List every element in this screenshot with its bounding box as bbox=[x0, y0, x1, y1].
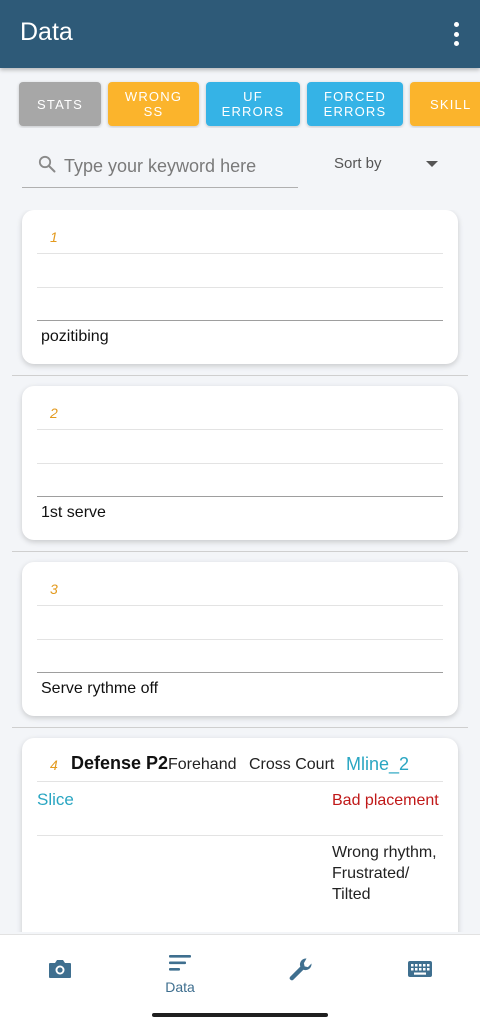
app-bar: Data bbox=[0, 0, 480, 68]
list-divider bbox=[12, 551, 468, 552]
list-divider bbox=[12, 375, 468, 376]
page-title: Data bbox=[20, 18, 73, 46]
keyboard-icon bbox=[408, 961, 432, 977]
search-bar bbox=[22, 145, 298, 188]
divider bbox=[37, 496, 443, 497]
item-shot: Slice bbox=[37, 790, 74, 809]
item-stroke: Forehand bbox=[168, 756, 237, 773]
search-input[interactable] bbox=[62, 151, 296, 181]
app-screen: Data STATS WRONG SS UF ERRORS FORCED ERR… bbox=[0, 0, 480, 1024]
item-note: 1st serve bbox=[41, 504, 106, 521]
list-item[interactable]: 2 1st serve bbox=[22, 386, 458, 540]
nav-data[interactable]: Data bbox=[120, 935, 240, 1005]
divider bbox=[37, 429, 443, 430]
nav-camera[interactable] bbox=[0, 935, 120, 1005]
camera-icon bbox=[49, 960, 71, 978]
divider bbox=[37, 835, 443, 836]
item-note: Serve rythme off bbox=[41, 680, 159, 697]
sort-dropdown[interactable]: Sort by bbox=[334, 155, 446, 175]
divider bbox=[37, 639, 443, 640]
item-number: 1 bbox=[50, 229, 58, 245]
divider bbox=[37, 463, 443, 464]
item-note: pozitibing bbox=[41, 328, 109, 345]
filter-chip-label: FORCED ERRORS bbox=[323, 89, 387, 119]
list-item[interactable]: 3 Serve rythme off bbox=[22, 562, 458, 716]
nav-keyboard[interactable] bbox=[360, 935, 480, 1005]
item-error: Bad placement bbox=[332, 792, 439, 809]
divider bbox=[37, 287, 443, 288]
chevron-down-icon bbox=[426, 161, 438, 167]
item-title: Defense P2 bbox=[71, 753, 169, 773]
home-indicator[interactable] bbox=[152, 1013, 328, 1017]
filter-chip-skill[interactable]: SKILL bbox=[410, 82, 480, 126]
bottom-nav: Data bbox=[0, 934, 480, 1024]
filter-chip-uf-errors[interactable]: UF ERRORS bbox=[206, 82, 300, 126]
data-list[interactable]: 1 pozitibing 2 1st serve 3 Serve rythme … bbox=[0, 210, 480, 932]
filter-chip-wrong-ss[interactable]: WRONG SS bbox=[108, 82, 199, 126]
filter-chip-label: STATS bbox=[37, 96, 83, 112]
divider bbox=[37, 253, 443, 254]
filter-chip-label: SKILL bbox=[430, 96, 472, 112]
divider bbox=[37, 320, 443, 321]
filter-chip-label: UF ERRORS bbox=[221, 89, 285, 119]
more-vert-icon[interactable] bbox=[446, 20, 466, 48]
item-line: Mline_2 bbox=[346, 754, 410, 774]
item-number: 2 bbox=[50, 405, 58, 421]
filter-chip-row[interactable]: STATS WRONG SS UF ERRORS FORCED ERRORS S… bbox=[0, 80, 480, 128]
sort-label: Sort by bbox=[334, 155, 382, 172]
item-number: 3 bbox=[50, 581, 58, 597]
filter-chip-label: WRONG SS bbox=[124, 89, 183, 119]
list-item[interactable]: 1 pozitibing bbox=[22, 210, 458, 364]
wrench-icon bbox=[289, 958, 312, 981]
list-divider bbox=[12, 727, 468, 728]
item-reason: Wrong rhythm, Frustrated/ Tilted bbox=[332, 844, 437, 903]
item-direction: Cross Court bbox=[249, 756, 335, 773]
filter-chip-forced-errors[interactable]: FORCED ERRORS bbox=[307, 82, 403, 126]
list-icon bbox=[169, 955, 191, 971]
filter-chip-stats[interactable]: STATS bbox=[19, 82, 101, 126]
item-number: 4 bbox=[50, 757, 58, 773]
nav-label: Data bbox=[165, 979, 195, 995]
divider bbox=[37, 672, 443, 673]
list-item-detail[interactable]: 4 Defense P2 Forehand Cross Court Mline_… bbox=[22, 738, 458, 932]
search-icon bbox=[38, 155, 56, 173]
divider bbox=[37, 605, 443, 606]
nav-tools[interactable] bbox=[240, 935, 360, 1005]
divider bbox=[37, 781, 443, 782]
